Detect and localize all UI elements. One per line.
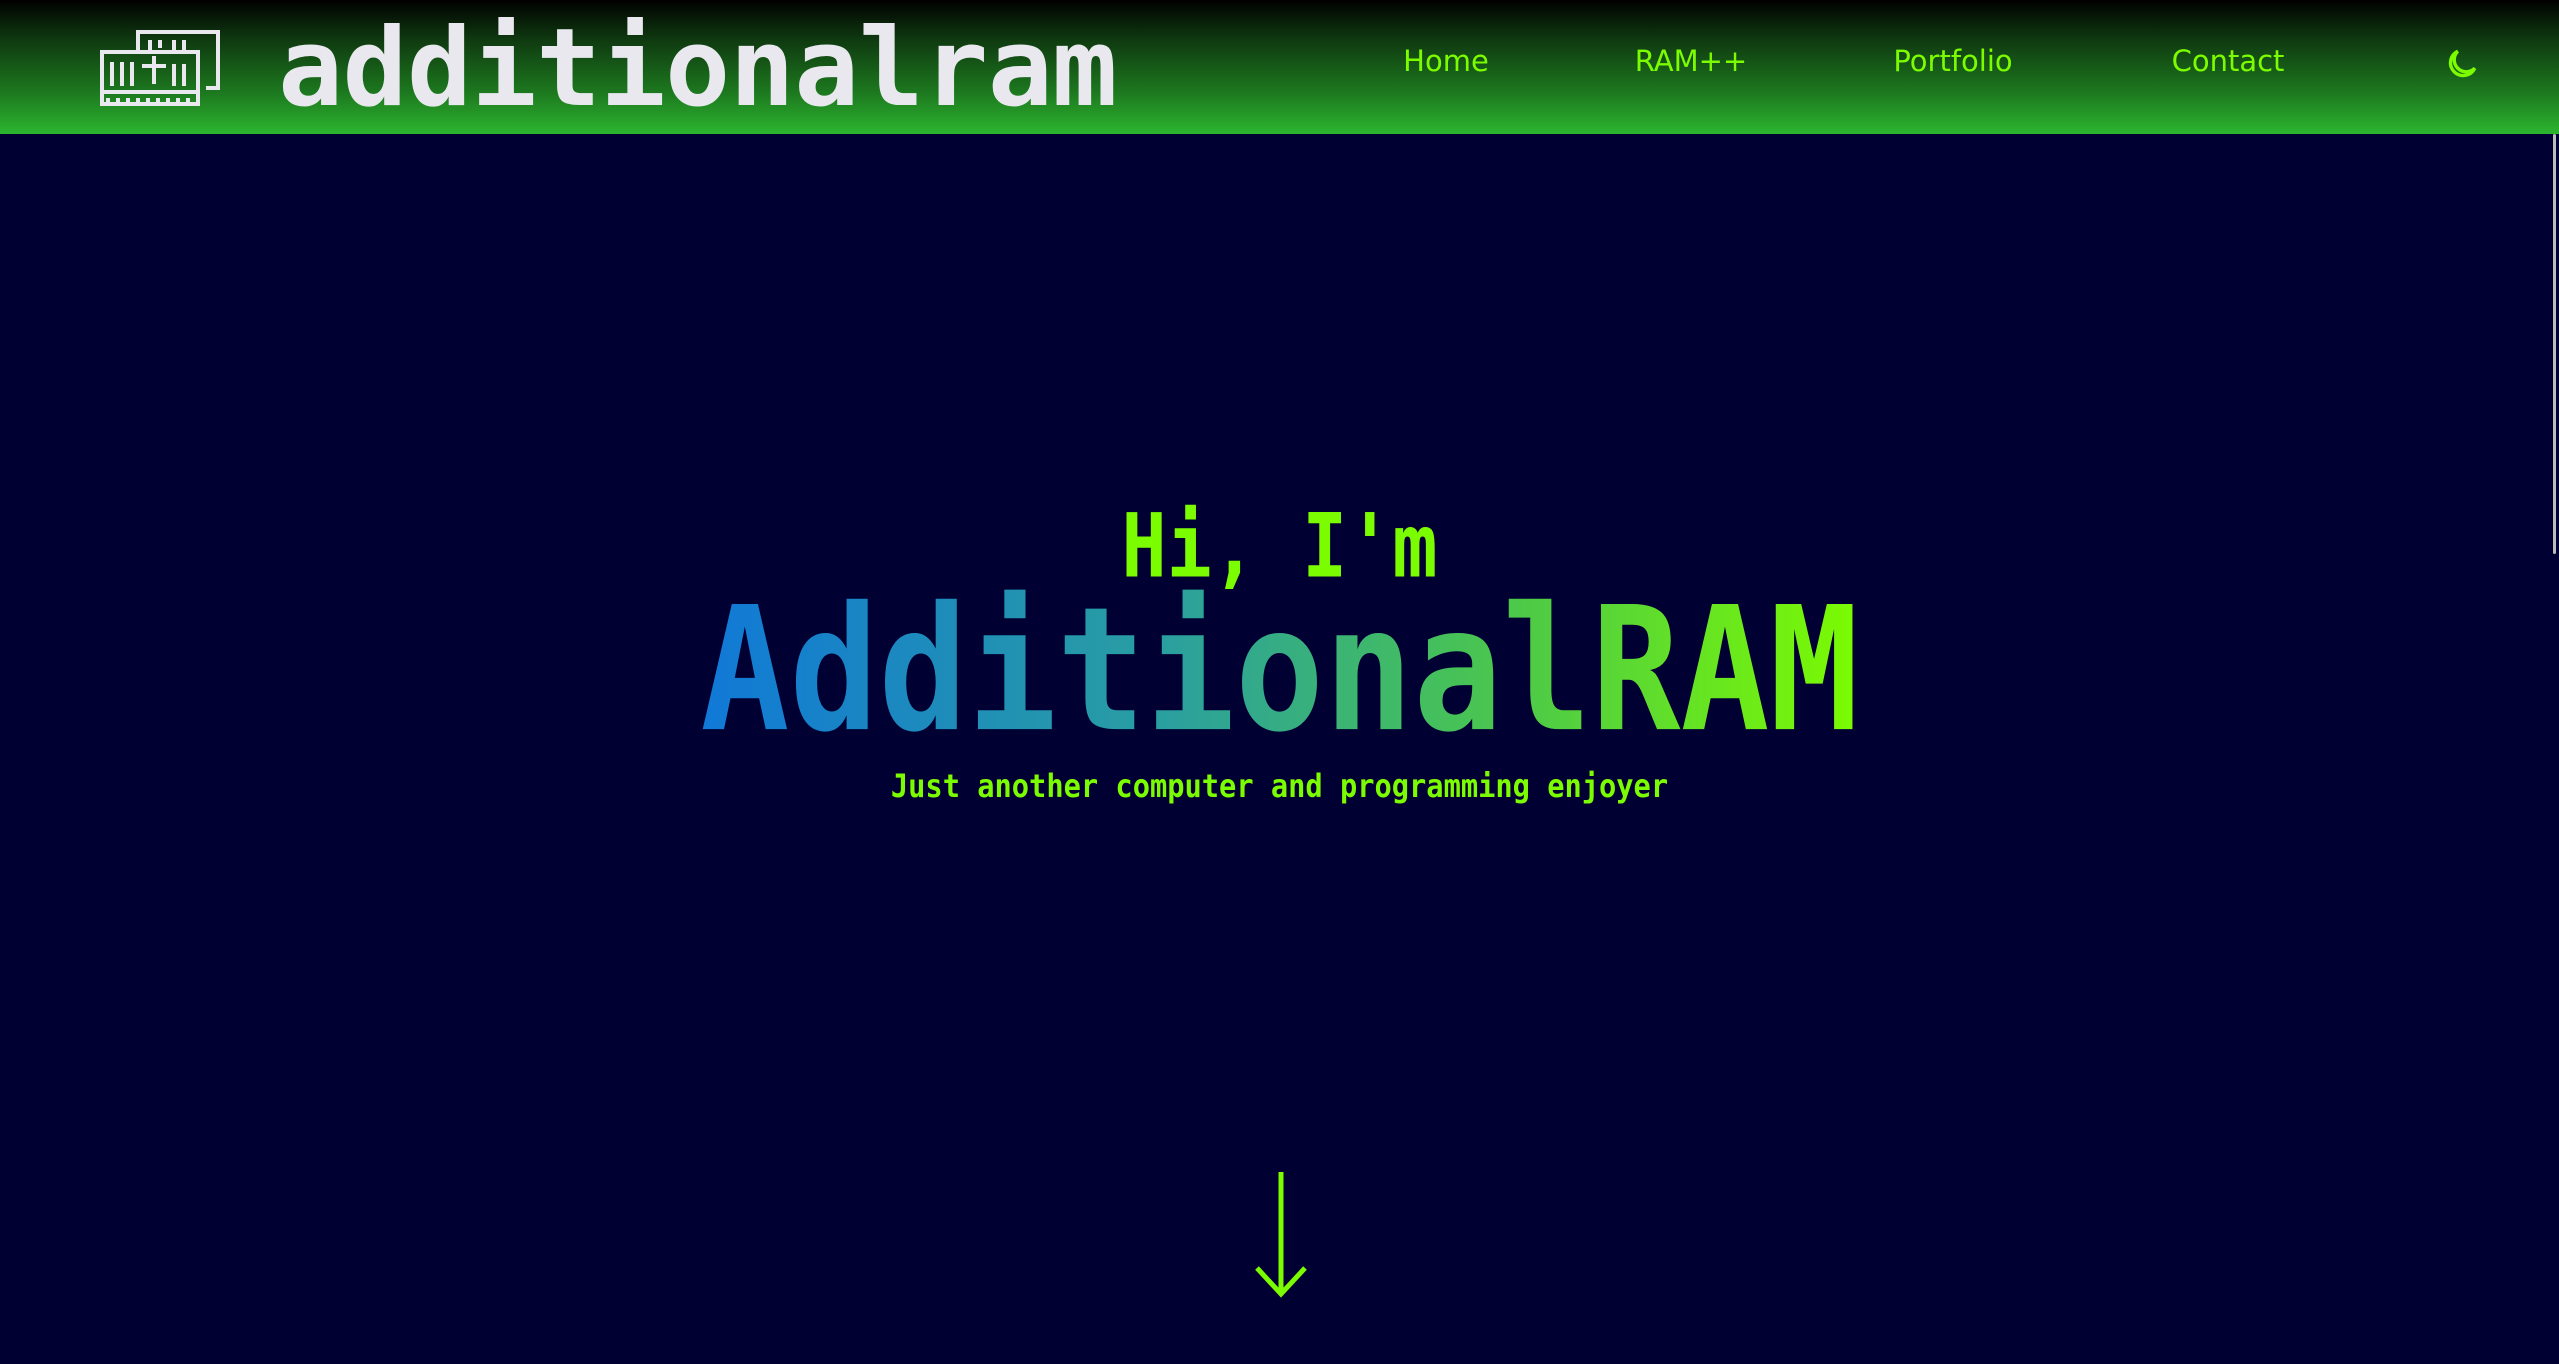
arrow-down-icon[interactable] [1253,1172,1309,1298]
site-logo-text[interactable]: additionalram [278,14,1117,124]
moon-icon[interactable] [2445,47,2479,81]
site-header: additionalram Home RAM++ Portfolio Conta… [0,0,2559,134]
hero-tagline: Just another computer and programming en… [890,766,1669,806]
nav-portfolio[interactable]: Portfolio [1893,44,2012,78]
nav-ram-plus-plus[interactable]: RAM++ [1635,44,1747,78]
scrollbar-thumb[interactable] [2553,134,2556,554]
hero-name-text: AdditionalRAM [696,570,1862,770]
hero-name: AdditionalRAM [0,577,2559,763]
nav-contact[interactable]: Contact [2172,44,2285,78]
ram-chip-icon[interactable] [98,28,222,109]
nav-home[interactable]: Home [1403,44,1489,78]
